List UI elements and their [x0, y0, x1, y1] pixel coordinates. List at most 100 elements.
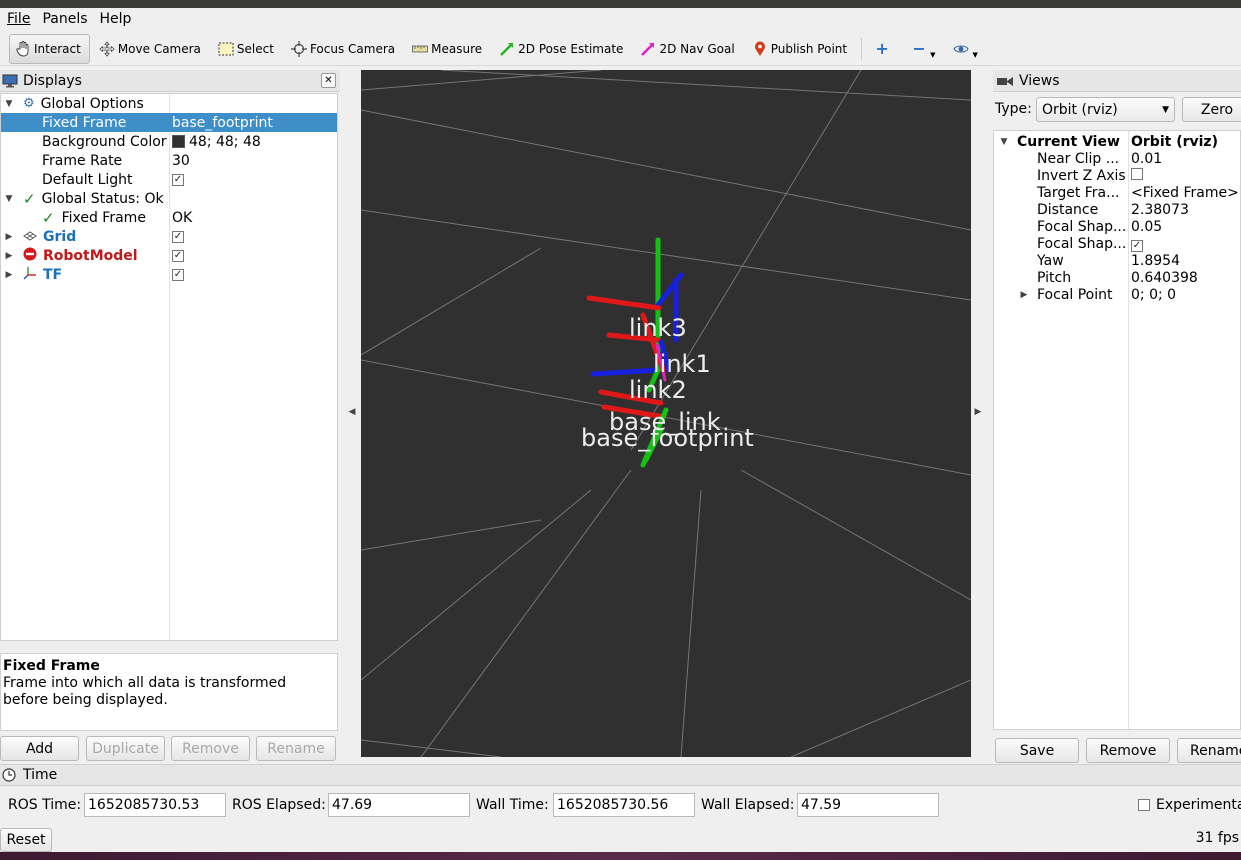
tree-row-global-status[interactable]: ▼ ✓ Global Status: Ok [1, 189, 337, 208]
select-tool[interactable]: Select [213, 34, 282, 64]
tree-row-focal-shape-fixed[interactable]: Focal Shap... ✓ [994, 235, 1240, 252]
fixed-frame-label: Fixed Frame [42, 114, 127, 131]
property-value[interactable]: 2.38073 [1131, 202, 1189, 218]
tree-row-invert-z[interactable]: Invert Z Axis [994, 167, 1240, 184]
tree-row-tf[interactable]: ▶ TF ✓ [1, 265, 337, 284]
frame-rate-value[interactable]: 30 [172, 153, 190, 169]
remove-button[interactable]: Remove [171, 736, 250, 761]
expand-down-icon[interactable]: ▼ [4, 194, 14, 204]
property-label: Distance [1037, 201, 1099, 218]
collapse-right-icon[interactable]: ▶ [973, 406, 983, 418]
tree-row-distance[interactable]: Distance 2.38073 [994, 201, 1240, 218]
view-type-select[interactable]: Orbit (rviz) ▼ [1036, 97, 1175, 122]
property-label: Pitch [1037, 269, 1072, 286]
robot-model-checkbox[interactable]: ✓ [172, 249, 184, 262]
expand-right-icon[interactable]: ▶ [1019, 290, 1029, 300]
hand-pointer-icon [15, 40, 31, 57]
time-title: Time [23, 767, 58, 783]
tree-row-robot-model[interactable]: ▶ RobotModel ✓ [1, 246, 337, 265]
tree-row-target-frame[interactable]: Target Fra... <Fixed Frame> [994, 184, 1240, 201]
tree-row-global-options[interactable]: ▼ ⚙ Global Options [1, 94, 337, 113]
expand-right-icon[interactable]: ▶ [4, 232, 14, 242]
displays-button-row: Add Duplicate Remove Rename [0, 736, 340, 762]
experimental-checkbox[interactable] [1138, 799, 1150, 811]
property-value[interactable]: 0.640398 [1131, 270, 1198, 286]
duplicate-button[interactable]: Duplicate [86, 736, 165, 761]
save-button[interactable]: Save [995, 738, 1079, 763]
property-label: Yaw [1037, 252, 1064, 269]
background-color-value-cell[interactable]: 48; 48; 48 [172, 134, 261, 150]
tree-row-frame-rate[interactable]: Frame Rate 30 [1, 151, 337, 170]
expand-down-icon[interactable]: ▼ [4, 99, 14, 109]
property-label: Invert Z Axis [1037, 167, 1126, 184]
tree-row-status-fixed-frame[interactable]: ✓ Fixed Frame OK [1, 208, 337, 227]
publish-point-tool[interactable]: Publish Point [747, 34, 855, 64]
tree-row-focal-shape-size[interactable]: Focal Shap... 0.05 [994, 218, 1240, 235]
remove-tool-button[interactable]: − ▼ [905, 34, 941, 64]
add-button[interactable]: Add [0, 736, 79, 761]
scene-canvas: link3 link1 link2 base_link base_footpri… [361, 70, 971, 757]
tree-row-near-clip[interactable]: Near Clip ... 0.01 [994, 150, 1240, 167]
tree-row-background-color[interactable]: Background Color 48; 48; 48 [1, 132, 337, 151]
chevron-down-icon: ▼ [1162, 104, 1169, 115]
focus-camera-tool[interactable]: Focus Camera [286, 34, 403, 64]
property-value[interactable]: 0; 0; 0 [1131, 287, 1176, 303]
ros-elapsed-label: ROS Elapsed: [232, 797, 326, 813]
property-value[interactable]: <Fixed Frame> [1131, 185, 1239, 201]
add-tool-button[interactable]: + [868, 34, 899, 64]
displays-header: Displays ✕ [0, 70, 340, 92]
toolbar-separator [861, 37, 863, 60]
interact-tool[interactable]: Interact [9, 33, 90, 64]
tf-checkbox[interactable]: ✓ [172, 268, 184, 281]
nav-goal-tool[interactable]: 2D Nav Goal [635, 34, 742, 64]
menu-file[interactable]: File [0, 8, 36, 30]
collapse-left-icon[interactable]: ◀ [347, 406, 357, 418]
menu-help[interactable]: Help [94, 8, 138, 30]
reset-button[interactable]: Reset [0, 828, 52, 852]
tree-row-pitch[interactable]: Pitch 0.640398 [994, 269, 1240, 286]
wall-elapsed-field[interactable]: 47.59 [797, 793, 939, 817]
ros-elapsed-field[interactable]: 47.69 [328, 793, 470, 817]
zero-button[interactable]: Zero [1182, 97, 1241, 122]
rename-button[interactable]: Rename [256, 736, 336, 761]
fixed-frame-value[interactable]: base_footprint [172, 115, 273, 131]
tree-row-fixed-frame[interactable]: Fixed Frame base_footprint [1, 113, 337, 132]
time-fields: ROS Time: 1652085730.53 ROS Elapsed: 47.… [0, 793, 1241, 819]
pose-estimate-tool[interactable]: 2D Pose Estimate [494, 34, 631, 64]
expand-right-icon[interactable]: ▶ [4, 251, 14, 261]
property-value[interactable]: 0.01 [1131, 151, 1162, 167]
measure-tool[interactable]: Measure [407, 34, 490, 64]
grid-checkbox[interactable]: ✓ [172, 230, 184, 243]
property-label: Near Clip ... [1037, 150, 1120, 167]
focal-shape-checkbox[interactable]: ✓ [1131, 239, 1143, 252]
wall-time-field[interactable]: 1652085730.56 [553, 793, 695, 817]
menu-panels[interactable]: Panels [36, 8, 93, 30]
tree-row-current-view[interactable]: ▼ Current View Orbit (rviz) [994, 133, 1240, 150]
invert-z-checkbox[interactable] [1131, 167, 1143, 180]
move-camera-label: Move Camera [117, 41, 201, 56]
remove-view-button[interactable]: Remove [1086, 738, 1170, 763]
color-swatch[interactable] [172, 135, 185, 148]
rename-view-button[interactable]: Rename [1177, 738, 1241, 763]
close-icon[interactable]: ✕ [321, 73, 336, 88]
property-value[interactable]: 0.05 [1131, 219, 1162, 235]
property-value[interactable]: 1.8954 [1131, 253, 1180, 269]
view-toggle-button[interactable]: ▼ [947, 34, 983, 64]
expand-down-icon[interactable]: ▼ [999, 137, 1009, 147]
description-title: Fixed Frame [3, 658, 100, 674]
tree-row-grid[interactable]: ▶ Grid ✓ [1, 227, 337, 246]
grid-icon [23, 229, 37, 245]
tree-row-default-light[interactable]: Default Light ✓ [1, 170, 337, 189]
default-light-checkbox[interactable]: ✓ [172, 173, 184, 186]
frame-label: base_footprint [581, 424, 754, 452]
status-fixed-frame-label: Fixed Frame [61, 209, 146, 226]
render-viewport[interactable]: link3 link1 link2 base_link base_footpri… [361, 70, 971, 757]
measure-label: Measure [431, 41, 483, 56]
tree-row-yaw[interactable]: Yaw 1.8954 [994, 252, 1240, 269]
expand-right-icon[interactable]: ▶ [4, 270, 14, 280]
ros-time-field[interactable]: 1652085730.53 [84, 793, 226, 817]
move-camera-tool[interactable]: Move Camera [94, 34, 209, 64]
displays-title: Displays [23, 72, 82, 89]
tree-row-focal-point[interactable]: ▶ Focal Point 0; 0; 0 [994, 286, 1240, 303]
select-label: Select [236, 41, 274, 56]
